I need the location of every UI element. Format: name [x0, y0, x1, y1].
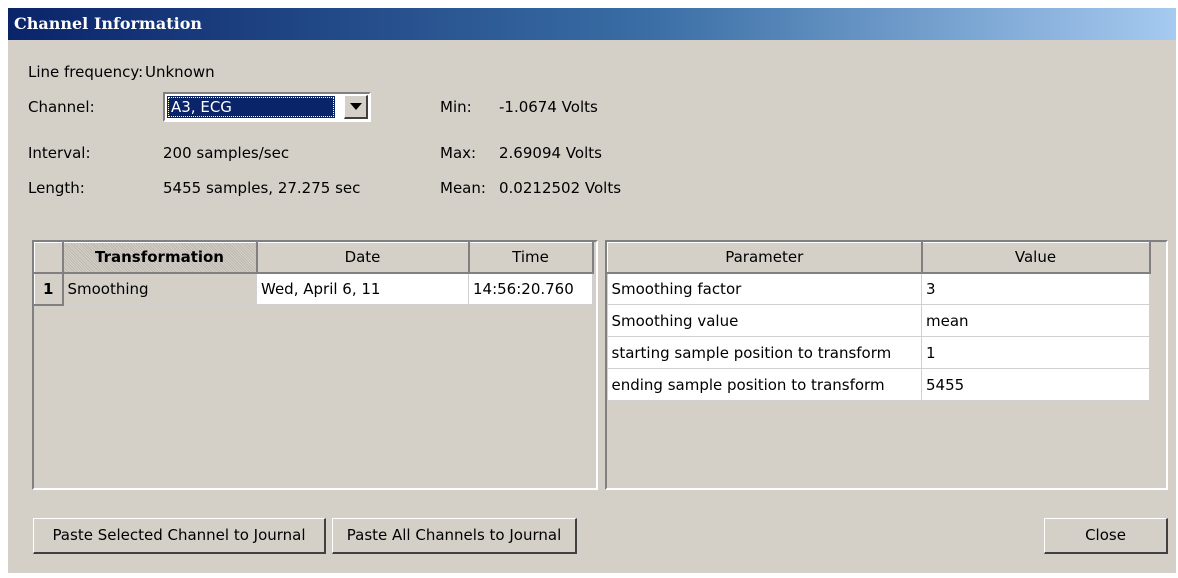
table-row[interactable]: starting sample position to transform 1	[607, 336, 1150, 369]
column-header-transformation[interactable]: Transformation	[62, 242, 258, 274]
parameter-grid[interactable]: Parameter Value Smoothing factor 3 Smoot…	[605, 240, 1168, 490]
cell-parameter[interactable]: Smoothing value	[607, 304, 922, 337]
row-number[interactable]: 1	[34, 272, 64, 306]
min-label: Min:	[440, 98, 472, 116]
mean-label: Mean:	[440, 179, 486, 197]
table-row[interactable]: ending sample position to transform 5455	[607, 368, 1150, 401]
length-label: Length:	[28, 179, 85, 197]
column-header-date[interactable]: Date	[256, 242, 470, 274]
cell-transformation[interactable]: Smoothing	[62, 272, 257, 305]
max-label: Max:	[440, 144, 477, 162]
close-button[interactable]: Close	[1044, 518, 1168, 554]
paste-selected-channel-button[interactable]: Paste Selected Channel to Journal	[33, 518, 326, 554]
cell-value[interactable]: mean	[921, 304, 1150, 337]
window-title: Channel Information	[8, 8, 1176, 40]
cell-value[interactable]: 1	[921, 336, 1150, 369]
cell-parameter[interactable]: ending sample position to transform	[607, 368, 922, 401]
cell-parameter[interactable]: Smoothing factor	[607, 272, 922, 305]
length-value: 5455 samples, 27.275 sec	[163, 179, 361, 197]
chevron-down-icon[interactable]	[344, 95, 368, 119]
table-row[interactable]: Smoothing value mean	[607, 304, 1150, 337]
parameter-header-row: Parameter Value	[607, 242, 1151, 274]
table-row[interactable]: Smoothing factor 3	[607, 272, 1150, 305]
transformation-grid[interactable]: Transformation Date Time 1 Smoothing Wed…	[32, 240, 598, 490]
paste-all-channels-button[interactable]: Paste All Channels to Journal	[332, 518, 577, 554]
corner-header	[34, 242, 64, 274]
cell-value[interactable]: 3	[921, 272, 1150, 305]
min-value: -1.0674 Volts	[499, 98, 598, 116]
channel-label: Channel:	[28, 98, 95, 116]
cell-value[interactable]: 5455	[921, 368, 1150, 401]
cell-time[interactable]: 14:56:20.760	[468, 272, 593, 305]
cell-date[interactable]: Wed, April 6, 11	[256, 272, 469, 305]
mean-value: 0.0212502 Volts	[499, 179, 622, 197]
cell-parameter[interactable]: starting sample position to transform	[607, 336, 922, 369]
column-header-value[interactable]: Value	[921, 242, 1151, 274]
column-header-time[interactable]: Time	[468, 242, 594, 274]
line-frequency-value: Unknown	[145, 63, 215, 81]
channel-information-dialog: Channel Information Line frequency: Unkn…	[8, 8, 1176, 573]
line-frequency-label: Line frequency:	[28, 63, 144, 81]
interval-value: 200 samples/sec	[163, 144, 290, 162]
channel-select-value[interactable]: A3, ECG	[167, 96, 335, 118]
transformation-header-row: Transformation Date Time	[34, 242, 594, 274]
channel-select[interactable]: A3, ECG	[163, 92, 371, 122]
column-header-parameter[interactable]: Parameter	[607, 242, 923, 274]
interval-label: Interval:	[28, 144, 91, 162]
table-row[interactable]: 1 Smoothing Wed, April 6, 11 14:56:20.76…	[34, 272, 593, 306]
max-value: 2.69094 Volts	[499, 144, 602, 162]
